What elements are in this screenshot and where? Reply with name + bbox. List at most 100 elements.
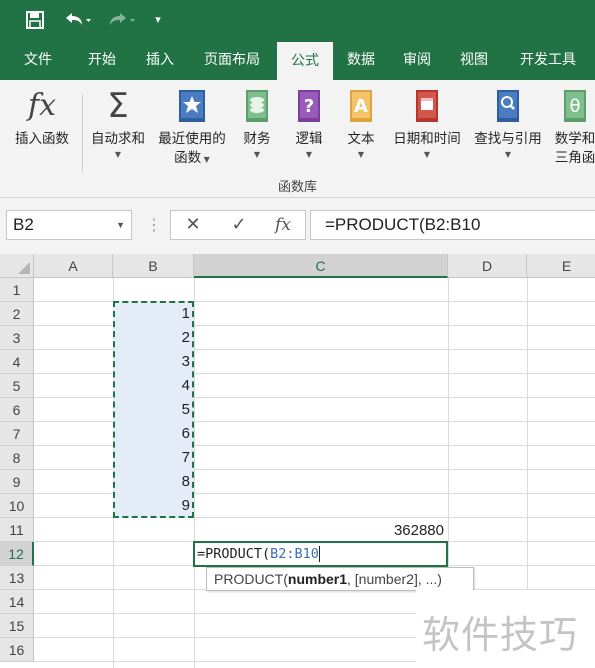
financial-button[interactable]: 财务 ▼ <box>236 88 278 161</box>
recently-used-label-2: 函数 <box>174 150 202 166</box>
cell-b7[interactable]: 6 <box>114 422 190 446</box>
gridline <box>194 278 195 668</box>
calendar-book-icon <box>410 88 444 124</box>
row-header-11[interactable]: 11 <box>0 518 34 542</box>
formula-bar: B2 ▼ ⋮ ✕ ✓ fx =PRODUCT(B2:B10 <box>0 198 595 254</box>
row-header-15[interactable]: 15 <box>0 614 34 638</box>
enter-formula-button[interactable]: ✓ <box>217 211 261 239</box>
cell-b9[interactable]: 8 <box>114 470 190 494</box>
row-header-2[interactable]: 2 <box>0 302 34 326</box>
redo-button[interactable] <box>102 8 140 32</box>
tooltip-rest-args: , [number2], ...) <box>347 571 442 587</box>
tab-page-layout[interactable]: 页面布局 <box>193 40 271 80</box>
tab-file[interactable]: 文件 <box>10 40 66 80</box>
chevron-down-icon: ▼ <box>504 150 512 159</box>
formula-range-ref: B2:B10 <box>270 546 319 562</box>
row-header-6[interactable]: 6 <box>0 398 34 422</box>
svg-text:?: ? <box>304 96 314 117</box>
cell-b6[interactable]: 5 <box>114 398 190 422</box>
financial-label: 财务 <box>243 131 271 147</box>
recently-used-label-1: 最近使用的 <box>158 131 226 147</box>
fx-icon: fx <box>27 88 57 123</box>
ribbon-separator <box>82 94 83 172</box>
tab-home[interactable]: 开始 <box>74 40 130 80</box>
magnifier-book-icon <box>491 88 525 124</box>
svg-text:A: A <box>354 96 368 117</box>
cell-b5[interactable]: 4 <box>114 374 190 398</box>
logical-label: 逻辑 <box>295 131 323 147</box>
text-functions-button[interactable]: A 文本 ▼ <box>340 88 382 161</box>
name-box-value: B2 <box>13 215 34 234</box>
row-header-14[interactable]: 14 <box>0 590 34 614</box>
redo-icon <box>110 13 135 25</box>
tab-view[interactable]: 视图 <box>446 40 502 80</box>
column-header-b[interactable]: B <box>113 254 194 278</box>
cell-c11[interactable]: 362880 <box>194 518 444 542</box>
function-tooltip[interactable]: PRODUCT(number1, [number2], ...) <box>206 567 474 591</box>
date-time-button[interactable]: 日期和时间 ▼ <box>386 88 468 161</box>
row-header-8[interactable]: 8 <box>0 446 34 470</box>
row-header-16[interactable]: 16 <box>0 638 34 662</box>
row-header-7[interactable]: 7 <box>0 422 34 446</box>
tab-developer[interactable]: 开发工具 <box>509 40 587 80</box>
tab-review[interactable]: 审阅 <box>389 40 445 80</box>
tab-data[interactable]: 数据 <box>333 40 389 80</box>
cancel-formula-button[interactable]: ✕ <box>171 211 215 239</box>
date-time-label: 日期和时间 <box>393 131 461 147</box>
select-all-icon <box>18 262 30 274</box>
cell-c12-editor[interactable]: =PRODUCT(B2:B10 <box>193 541 448 567</box>
row-header-9[interactable]: 9 <box>0 470 34 494</box>
lookup-reference-label: 查找与引用 <box>474 131 542 147</box>
formula-input[interactable]: =PRODUCT(B2:B10 <box>310 210 595 240</box>
chevron-down-icon: ▼ <box>423 150 431 159</box>
cell-b10[interactable]: 9 <box>114 494 190 518</box>
row-header-1[interactable]: 1 <box>0 278 34 302</box>
column-header-d[interactable]: D <box>448 254 527 278</box>
tab-insert[interactable]: 插入 <box>132 40 188 80</box>
save-icon <box>26 11 44 29</box>
formula-text: =PRODUCT( <box>197 546 271 562</box>
quick-access-toolbar: ▾ <box>0 0 595 40</box>
row-header-5[interactable]: 5 <box>0 374 34 398</box>
cell-b8[interactable]: 7 <box>114 446 190 470</box>
logical-button[interactable]: ? 逻辑 ▼ <box>288 88 330 161</box>
insert-function-button[interactable]: fx 插入函数 <box>6 88 78 149</box>
row-header-10[interactable]: 10 <box>0 494 34 518</box>
customize-qat-button[interactable]: ▾ <box>150 8 166 32</box>
name-box[interactable]: B2 ▼ <box>6 210 132 240</box>
chevron-down-icon[interactable]: ▼ <box>116 211 125 239</box>
tab-formulas[interactable]: 公式 <box>277 42 333 80</box>
text-cursor <box>318 546 320 562</box>
row-header-12[interactable]: 12 <box>0 542 34 566</box>
cell-b2[interactable]: 1 <box>114 302 190 326</box>
question-book-icon: ? <box>292 88 326 124</box>
math-trig-button[interactable]: θ 数学和 三角函 <box>548 88 595 168</box>
column-header-c[interactable]: C <box>194 254 448 278</box>
column-header-e[interactable]: E <box>527 254 595 278</box>
undo-button[interactable] <box>58 8 96 32</box>
svg-text:θ: θ <box>569 96 580 117</box>
save-button[interactable] <box>22 8 48 32</box>
column-header-a[interactable]: A <box>34 254 113 278</box>
formula-buttons: ✕ ✓ fx <box>170 210 306 240</box>
autosum-label: 自动求和 <box>91 131 145 147</box>
chevron-down-icon: ▼ <box>357 150 365 159</box>
select-all-button[interactable] <box>0 254 34 278</box>
cell-b4[interactable]: 3 <box>114 350 190 374</box>
insert-function-fx-button[interactable]: fx <box>261 211 305 239</box>
insert-function-label: 插入函数 <box>15 131 69 147</box>
chevron-down-icon: ▼ <box>114 150 122 159</box>
row-header-3[interactable]: 3 <box>0 326 34 350</box>
chevron-down-icon: ▼ <box>253 150 261 159</box>
function-library-label: 函数库 <box>277 180 317 195</box>
tooltip-function-name: PRODUCT( <box>214 571 288 587</box>
drag-handle-icon[interactable]: ⋮ <box>146 212 162 238</box>
row-header-4[interactable]: 4 <box>0 350 34 374</box>
lookup-reference-button[interactable]: 查找与引用 ▼ <box>468 88 548 161</box>
recently-used-button[interactable]: 最近使用的 函数 ▼ <box>152 88 232 169</box>
autosum-button[interactable]: Σ 自动求和 ▼ <box>86 88 150 161</box>
row-header-13[interactable]: 13 <box>0 566 34 590</box>
cell-b3[interactable]: 2 <box>114 326 190 350</box>
math-trig-label-1: 数学和 <box>554 131 595 147</box>
coins-icon <box>240 88 274 124</box>
